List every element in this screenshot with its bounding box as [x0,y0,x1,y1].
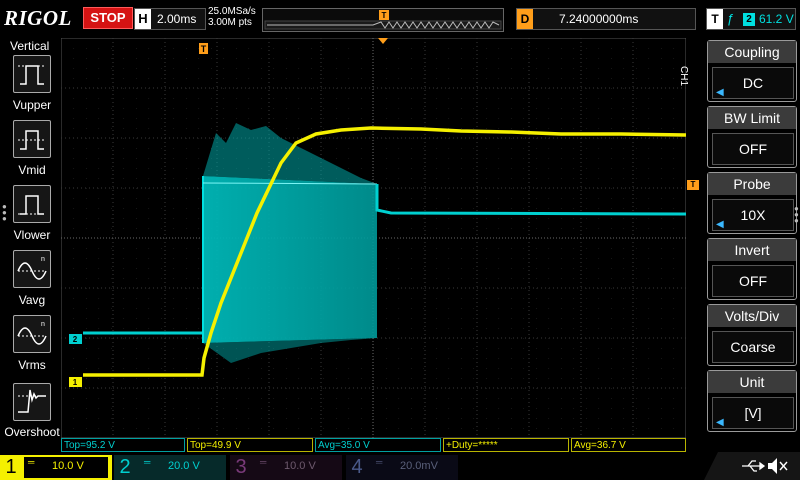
overshoot-label: Overshoot [4,425,60,439]
vrms-button[interactable]: n [13,315,51,353]
ch2-scale: 20.0 V [168,460,200,472]
vavg-icon: n [17,256,47,280]
unit-value: ◀ [V] [712,397,794,429]
unit-title: Unit [708,371,796,393]
overshoot-icon [18,389,46,413]
trigger-position-marker[interactable]: T [199,43,208,54]
measurement-4[interactable]: +Duty=***** [443,438,569,452]
ch4-status[interactable]: 4 ═ 20.0mV [346,455,458,480]
vrms-icon: n [17,321,47,345]
acquisition-info: 25.0MSa/s 3.00M pts [208,6,256,28]
horizontal-timebase[interactable]: H 2.00ms [134,8,206,30]
trigger-level-tab[interactable]: T [687,180,699,190]
vmid-label: Vmid [18,163,46,177]
vmid-button[interactable] [13,120,51,158]
rigol-logo: RIGOL [4,6,72,30]
vrms-label: Vrms [18,358,46,372]
vupper-label: Vupper [12,98,52,112]
svg-text:n: n [41,321,45,328]
triangle-left-icon: ◀ [716,87,724,98]
coupling-value: ◀ DC [712,67,794,99]
trigger-key: T [707,9,723,29]
invert-value: OFF [712,265,794,297]
timebase-value: 2.00ms [157,12,197,26]
trigger-box[interactable]: T ƒ 2 61.2 V [706,8,796,30]
timeline-graphic: T [264,10,502,30]
measurement-1[interactable]: Top=95.2 V [61,438,185,452]
menu-page-dots-right: ● ● ● [794,204,799,225]
vupper-button[interactable] [13,55,51,93]
ch1-number: 1 [5,456,17,478]
probe-title: Probe [708,173,796,195]
triangle-left-icon: ◀ [716,219,724,230]
delay-key: D [517,9,533,29]
delay-box[interactable]: D 7.24000000ms [516,8,696,30]
status-icons [704,452,800,480]
memory-depth: 3.00M pts [208,17,252,28]
svg-text:n: n [41,256,45,263]
ch2-ground-marker[interactable]: 2 [69,334,82,344]
vupper-icon [18,65,46,85]
svg-text:T: T [201,44,207,54]
ch1-status[interactable]: 1 ═ 10.0 V [0,455,112,480]
vavg-label: Vavg [18,293,46,307]
vertical-menu-title: Vertical [10,39,50,53]
menu-page-dots-left: ● ● ● [2,202,7,223]
invert-button[interactable]: Invert OFF [707,238,797,300]
bw-limit-button[interactable]: BW Limit OFF [707,106,797,168]
ch4-number: 4 [351,456,363,478]
vmid-icon [18,130,46,150]
overshoot-button[interactable] [13,383,51,421]
invert-title: Invert [708,239,796,261]
volts-div-value: Coarse [712,331,794,363]
probe-value: ◀ 10X [712,199,794,231]
channel-tag: CH1 [678,66,689,87]
trigger-source: 2 [743,13,755,26]
bw-limit-title: BW Limit [708,107,796,129]
volts-div-button[interactable]: Volts/Div Coarse [707,304,797,366]
bw-limit-value: OFF [712,133,794,165]
vlower-icon [18,195,46,215]
delay-value: 7.24000000ms [559,12,639,26]
waveform-display[interactable]: T 1 2 T [61,38,686,438]
horizontal-key: H [135,9,151,29]
ch3-scale: 10.0 V [284,460,316,472]
volts-div-title: Volts/Div [708,305,796,327]
coupling-button[interactable]: Coupling ◀ DC [707,40,797,102]
vlower-label: Vlower [13,228,51,242]
triangle-left-icon: ◀ [716,417,724,428]
svg-text:1: 1 [73,378,78,387]
vavg-button[interactable]: n [13,250,51,288]
ch3-status[interactable]: 3 ═ 10.0 V [230,455,342,480]
ch1-ground-marker[interactable]: 1 [69,377,82,387]
sample-rate: 25.0MSa/s [208,6,256,17]
probe-button[interactable]: Probe ◀ 10X [707,172,797,234]
measurement-5[interactable]: Avg=36.7 V [571,438,686,452]
ch3-number: 3 [235,456,247,478]
rising-edge-icon: ƒ [727,11,735,26]
coupling-title: Coupling [708,41,796,63]
ch4-scale: 20.0mV [400,460,438,472]
run-stop-status[interactable]: STOP [83,7,133,29]
trigger-level: 61.2 V [759,12,794,26]
timeline-trigger-marker: T [382,11,387,20]
measurement-3[interactable]: Avg=35.0 V [315,438,441,452]
unit-button[interactable]: Unit ◀ [V] [707,370,797,432]
ch2-status[interactable]: 2 ═ 20.0 V [114,455,226,480]
memory-timeline[interactable]: T [262,8,504,32]
ch1-scale: 10.0 V [52,460,84,472]
ch2-number: 2 [119,456,131,478]
measurement-2[interactable]: Top=49.9 V [187,438,313,452]
vlower-button[interactable] [13,185,51,223]
svg-text:2: 2 [73,335,78,344]
